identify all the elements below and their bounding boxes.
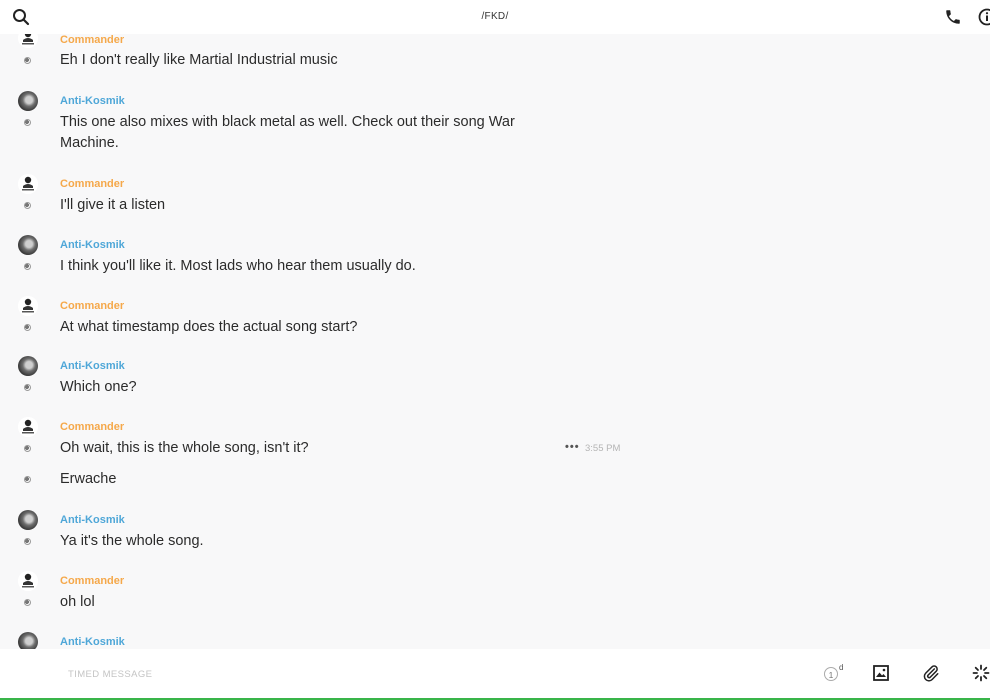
message-text: oh lol — [60, 594, 95, 610]
paperclip-icon[interactable] — [922, 664, 940, 682]
message-text: Which one? — [60, 379, 137, 395]
sender-name[interactable]: Anti-Kosmik — [60, 95, 125, 107]
message-text: This one also mixes with black metal as … — [60, 114, 515, 151]
message-text: I think you'll like it. Most lads who he… — [60, 258, 416, 274]
read-receipt-icon — [24, 538, 31, 545]
sender-name[interactable]: Commander — [60, 34, 124, 46]
message-list[interactable]: Commander Eh I don't really like Martial… — [0, 34, 990, 649]
avatar[interactable] — [18, 91, 38, 111]
avatar[interactable] — [18, 632, 38, 649]
read-receipt-icon — [24, 202, 31, 209]
conversation-title[interactable]: /FKD/ — [0, 11, 990, 22]
sender-name[interactable]: Anti-Kosmik — [60, 514, 125, 526]
read-receipt-icon — [24, 57, 31, 64]
sender-name[interactable]: Anti-Kosmik — [60, 239, 125, 251]
avatar[interactable] — [18, 510, 38, 530]
avatar[interactable] — [18, 235, 38, 255]
timer-value: 1 — [824, 667, 838, 681]
avatar[interactable] — [18, 174, 38, 194]
avatar[interactable] — [18, 296, 38, 316]
avatar[interactable] — [18, 356, 38, 376]
sender-name[interactable]: Commander — [60, 300, 124, 312]
read-receipt-icon — [24, 476, 31, 483]
avatar[interactable] — [18, 34, 38, 48]
message-timestamp: 3:55 PM — [585, 443, 621, 454]
message-text: Ya it's the whole song. — [60, 533, 204, 549]
message-text: At what timestamp does the actual song s… — [60, 319, 358, 335]
image-icon[interactable] — [873, 665, 889, 681]
info-icon[interactable] — [978, 8, 990, 26]
avatar[interactable] — [18, 417, 38, 437]
message-text: Eh I don't really like Martial Industria… — [60, 52, 338, 68]
read-receipt-icon — [24, 384, 31, 391]
conversation-header: /FKD/ — [0, 0, 990, 34]
message-more-button[interactable]: ••• — [565, 441, 580, 453]
message-text: Oh wait, this is the whole song, isn't i… — [60, 440, 309, 456]
message-text: Erwache — [60, 471, 117, 487]
sender-name[interactable]: Anti-Kosmik — [60, 636, 125, 648]
read-receipt-icon — [24, 119, 31, 126]
sender-name[interactable]: Commander — [60, 421, 124, 433]
read-receipt-icon — [24, 445, 31, 452]
read-receipt-icon — [24, 263, 31, 270]
phone-icon[interactable] — [944, 8, 962, 26]
message-input[interactable]: TIMED MESSAGE — [68, 669, 152, 680]
sender-name[interactable]: Commander — [60, 178, 124, 190]
timer-unit: d — [839, 663, 844, 672]
avatar[interactable] — [18, 571, 38, 591]
read-receipt-icon — [24, 324, 31, 331]
timer-icon[interactable]: 1 d — [822, 663, 846, 685]
message-text: I'll give it a listen — [60, 197, 166, 213]
message-composer[interactable]: TIMED MESSAGE 1 d — [0, 649, 990, 698]
giphy-icon[interactable] — [972, 664, 990, 682]
sender-name[interactable]: Commander — [60, 575, 124, 587]
sender-name[interactable]: Anti-Kosmik — [60, 360, 125, 372]
read-receipt-icon — [24, 599, 31, 606]
